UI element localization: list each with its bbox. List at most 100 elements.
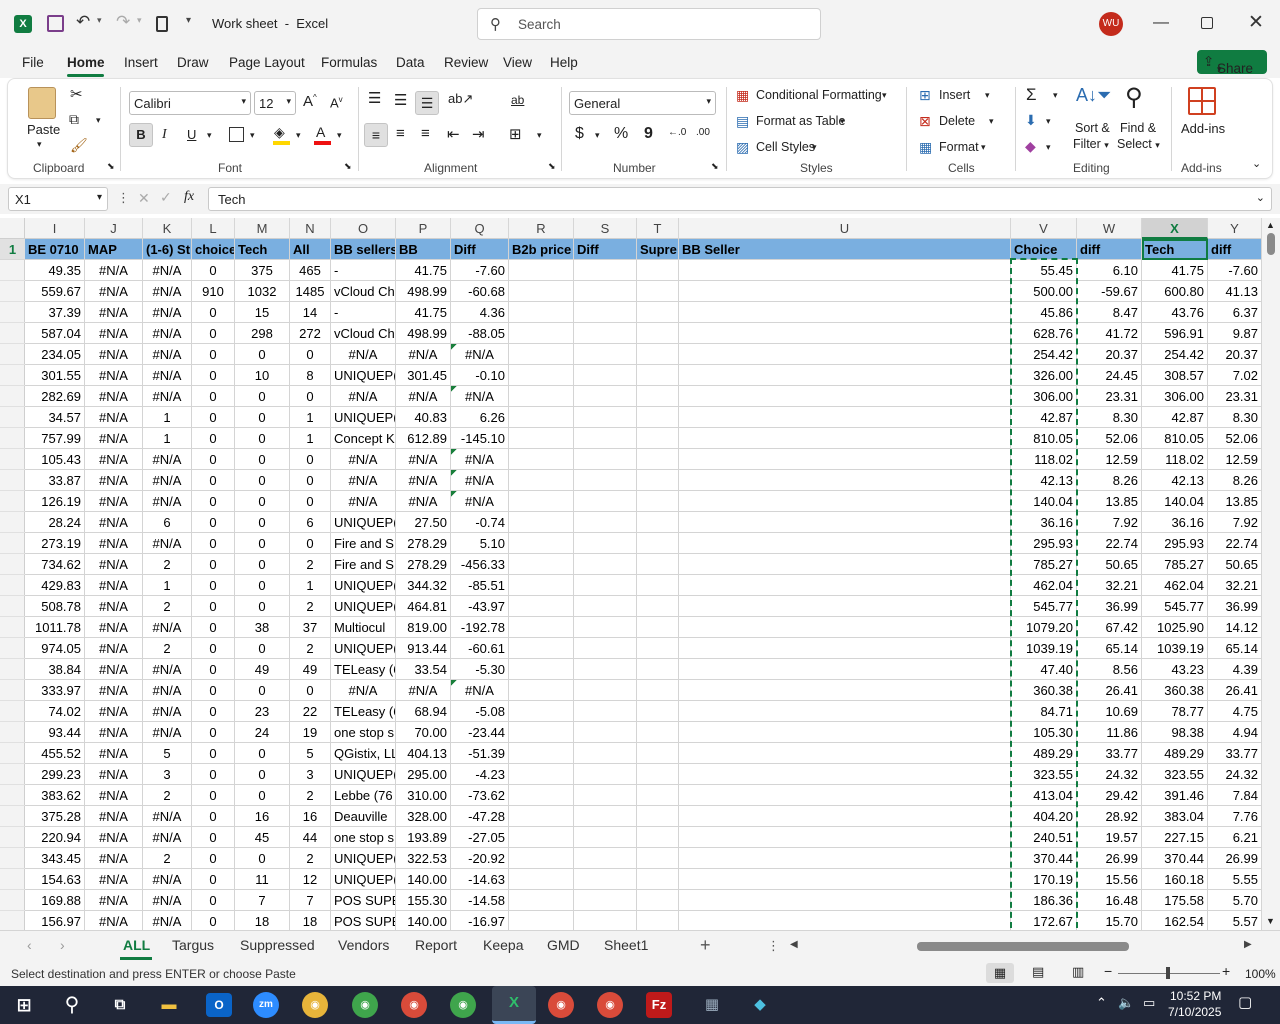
table-cell[interactable]: -14.63 xyxy=(451,869,509,890)
table-cell[interactable]: 8.26 xyxy=(1077,470,1142,491)
chrome-icon[interactable]: ◉ xyxy=(401,992,427,1018)
table-cell[interactable]: #N/A xyxy=(85,764,143,785)
table-cell[interactable]: 323.55 xyxy=(1142,764,1208,785)
table-cell[interactable]: 0 xyxy=(235,533,290,554)
table-cell[interactable] xyxy=(637,869,679,890)
table-cell[interactable]: 0 xyxy=(235,407,290,428)
page-break-view-icon[interactable]: ▥ xyxy=(1072,964,1084,980)
currency-dropdown-icon[interactable]: ▾ xyxy=(595,130,600,141)
table-cell[interactable]: #N/A xyxy=(396,386,451,407)
table-cell[interactable]: 0 xyxy=(290,449,331,470)
table-cell[interactable]: -51.39 xyxy=(451,743,509,764)
table-cell[interactable] xyxy=(509,596,574,617)
sheet-tab-vendors[interactable]: Vendors xyxy=(338,937,389,953)
sheet-tab-gmd[interactable]: GMD xyxy=(547,937,580,953)
table-cell[interactable]: 4.36 xyxy=(451,302,509,323)
table-cell[interactable]: 0 xyxy=(235,344,290,365)
table-cell[interactable]: -23.44 xyxy=(451,722,509,743)
table-cell[interactable]: Fire and S xyxy=(331,533,396,554)
table-cell[interactable] xyxy=(574,281,637,302)
chrome-icon[interactable]: ◉ xyxy=(597,992,623,1018)
copy-icon[interactable]: ⧉ xyxy=(69,111,79,128)
comma-button[interactable]: 9 xyxy=(644,125,653,143)
header-cell[interactable]: BB sellers xyxy=(331,239,396,260)
table-cell[interactable]: #N/A xyxy=(331,449,396,470)
table-cell[interactable]: 0 xyxy=(192,533,235,554)
table-cell[interactable]: #N/A xyxy=(85,722,143,743)
formula-input[interactable]: Tech ⌄ xyxy=(208,187,1272,211)
table-cell[interactable]: 41.75 xyxy=(1142,260,1208,281)
table-cell[interactable]: #N/A xyxy=(331,386,396,407)
table-cell[interactable]: #N/A xyxy=(143,617,192,638)
chrome-icon[interactable]: ◉ xyxy=(352,992,378,1018)
font-size-select[interactable]: 12 ▾ xyxy=(254,91,296,115)
table-cell[interactable]: 278.29 xyxy=(396,533,451,554)
tab-data[interactable]: Data xyxy=(396,55,425,70)
table-cell[interactable]: #N/A xyxy=(451,344,509,365)
orientation-icon[interactable]: ab↗ xyxy=(448,91,473,107)
wrap-text-icon[interactable]: ab xyxy=(511,93,524,107)
table-cell[interactable] xyxy=(574,806,637,827)
table-cell[interactable]: 0 xyxy=(192,764,235,785)
header-cell[interactable]: Supre xyxy=(637,239,679,260)
table-cell[interactable]: -85.51 xyxy=(451,575,509,596)
decrease-indent-icon[interactable]: ⇤ xyxy=(447,125,460,143)
table-cell[interactable]: 234.05 xyxy=(25,344,85,365)
table-cell[interactable] xyxy=(679,512,1011,533)
header-cell[interactable]: Tech xyxy=(235,239,290,260)
table-cell[interactable]: 7.84 xyxy=(1208,785,1262,806)
table-cell[interactable]: 545.77 xyxy=(1142,596,1208,617)
table-cell[interactable] xyxy=(637,806,679,827)
table-cell[interactable]: 462.04 xyxy=(1142,575,1208,596)
table-cell[interactable]: 26.99 xyxy=(1077,848,1142,869)
table-cell[interactable]: 34.57 xyxy=(25,407,85,428)
table-cell[interactable]: 0 xyxy=(192,701,235,722)
undo-dropdown-icon[interactable]: ▾ xyxy=(97,15,102,26)
table-cell[interactable]: 2 xyxy=(143,638,192,659)
table-cell[interactable]: Concept K xyxy=(331,428,396,449)
table-cell[interactable]: 545.77 xyxy=(1011,596,1077,617)
chrome-icon[interactable]: ◉ xyxy=(302,992,328,1018)
table-cell[interactable]: 4.75 xyxy=(1208,701,1262,722)
table-cell[interactable]: 5.10 xyxy=(451,533,509,554)
table-cell[interactable] xyxy=(637,911,679,930)
table-cell[interactable] xyxy=(509,470,574,491)
table-cell[interactable] xyxy=(509,449,574,470)
vertical-scroll-thumb[interactable] xyxy=(1267,233,1275,255)
table-cell[interactable]: 974.05 xyxy=(25,638,85,659)
table-cell[interactable] xyxy=(679,449,1011,470)
table-cell[interactable]: 172.67 xyxy=(1011,911,1077,930)
align-left-button[interactable]: ≡ xyxy=(364,123,388,147)
table-cell[interactable]: 298 xyxy=(235,323,290,344)
table-cell[interactable]: -7.60 xyxy=(451,260,509,281)
table-cell[interactable]: 22.74 xyxy=(1077,533,1142,554)
table-cell[interactable] xyxy=(679,890,1011,911)
table-cell[interactable]: 559.67 xyxy=(25,281,85,302)
table-cell[interactable]: 465 xyxy=(290,260,331,281)
table-cell[interactable] xyxy=(637,659,679,680)
tab-home[interactable]: Home xyxy=(67,55,105,70)
table-cell[interactable] xyxy=(679,659,1011,680)
table-cell[interactable]: TELeasy (6 xyxy=(331,659,396,680)
table-cell[interactable] xyxy=(637,617,679,638)
table-cell[interactable]: 0 xyxy=(192,617,235,638)
table-cell[interactable] xyxy=(509,890,574,911)
underline-dropdown-icon[interactable]: ▾ xyxy=(207,130,212,141)
table-cell[interactable]: #N/A xyxy=(143,701,192,722)
table-cell[interactable]: 819.00 xyxy=(396,617,451,638)
table-cell[interactable]: 462.04 xyxy=(1011,575,1077,596)
table-cell[interactable] xyxy=(679,848,1011,869)
table-cell[interactable]: 910 xyxy=(192,281,235,302)
table-cell[interactable]: 628.76 xyxy=(1011,323,1077,344)
table-cell[interactable]: 6 xyxy=(143,512,192,533)
scroll-right-icon[interactable]: ▶ xyxy=(1244,939,1252,950)
expand-formula-icon[interactable]: ⌄ xyxy=(1256,191,1265,204)
tab-options-icon[interactable]: ⋮ xyxy=(767,938,780,954)
table-cell[interactable] xyxy=(679,533,1011,554)
table-cell[interactable]: 126.19 xyxy=(25,491,85,512)
table-cell[interactable]: 301.55 xyxy=(25,365,85,386)
header-cell[interactable]: MAP xyxy=(85,239,143,260)
copy-dropdown-icon[interactable]: ▾ xyxy=(96,115,101,126)
table-cell[interactable] xyxy=(679,344,1011,365)
table-cell[interactable]: 24.32 xyxy=(1077,764,1142,785)
